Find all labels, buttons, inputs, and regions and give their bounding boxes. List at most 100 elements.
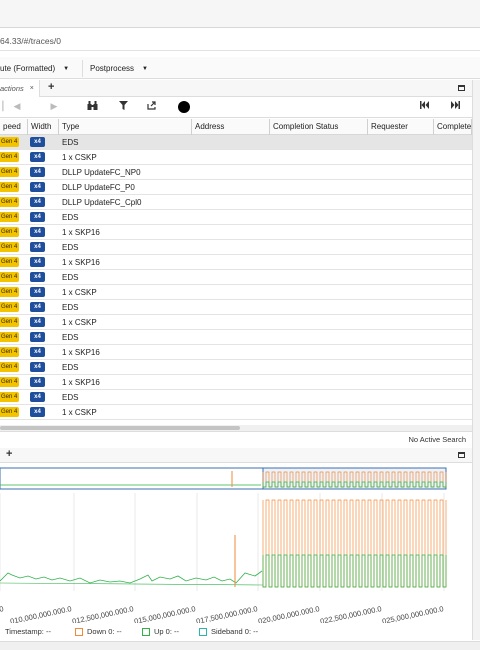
sideband-swatch-icon: [199, 627, 207, 636]
legend-up[interactable]: Up 0: --: [142, 627, 179, 636]
speed-badge: Gen 4: [0, 257, 19, 267]
table-row[interactable]: Gen 4 x4 EDS: [0, 270, 472, 285]
speed-badge: Gen 4: [0, 242, 19, 252]
table-row[interactable]: Gen 4 x4 EDS: [0, 210, 472, 225]
width-badge: x4: [30, 212, 45, 222]
table-row[interactable]: Gen 4 x4 1 x SKP16: [0, 255, 472, 270]
speed-badge: Gen 4: [0, 167, 19, 177]
maximize-icon[interactable]: [458, 452, 465, 458]
table-row[interactable]: Gen 4 x4 1 x CSKP: [0, 285, 472, 300]
table-row[interactable]: Gen 4 x4 EDS: [0, 390, 472, 405]
caret-down-icon: ▼: [142, 65, 148, 72]
export-icon[interactable]: [147, 101, 157, 115]
axis-tick-label: 020,000,000.000.0: [257, 604, 320, 623]
up-baseline: [0, 582, 264, 586]
width-badge: x4: [30, 227, 45, 237]
plot-legend: Timestamp: -- Down 0: -- Up 0: -- Sideba…: [0, 625, 480, 639]
prev-icon[interactable]: ◀: [13, 101, 21, 115]
transactions-iconbar: ▏ ◀ ▶: [0, 98, 472, 118]
speed-badge: Gen 4: [0, 392, 19, 402]
table-row[interactable]: Gen 4 x4 DLLP UpdateFC_Cpl0: [0, 195, 472, 210]
width-badge: x4: [30, 377, 45, 387]
type-cell: EDS: [62, 393, 79, 402]
right-side-panel: [472, 80, 480, 640]
add-plot-tab-icon[interactable]: +: [6, 448, 12, 460]
width-badge: x4: [30, 137, 45, 147]
speed-badge: Gen 4: [0, 272, 19, 282]
type-cell: 1 x SKP16: [62, 258, 100, 267]
binoculars-icon[interactable]: [86, 101, 98, 115]
width-badge: x4: [30, 392, 45, 402]
width-badge: x4: [30, 257, 45, 267]
table-row[interactable]: Gen 4 x4 EDS: [0, 300, 472, 315]
axis-tick-label: 010,000,000.000.0: [9, 604, 72, 623]
type-cell: 1 x CSKP: [62, 288, 97, 297]
view-select[interactable]: ute (Formatted) ▼: [0, 61, 69, 76]
width-badge: x4: [30, 182, 45, 192]
up-trace: [262, 554, 447, 588]
width-badge: x4: [30, 242, 45, 252]
axis-tick-label: 015,000,000.000.0: [133, 604, 196, 623]
maximize-icon[interactable]: [458, 85, 465, 91]
type-cell: EDS: [62, 138, 79, 147]
skip-last-icon[interactable]: [450, 101, 460, 115]
table-row[interactable]: Gen 4 x4 1 x CSKP: [0, 405, 472, 420]
type-cell: EDS: [62, 303, 79, 312]
type-cell: EDS: [62, 213, 79, 222]
table-row[interactable]: Gen 4 x4 EDS: [0, 135, 472, 150]
col-completion-status[interactable]: Completion Status: [270, 119, 368, 135]
table-row[interactable]: Gen 4 x4 1 x SKP16: [0, 345, 472, 360]
close-icon[interactable]: ×: [30, 85, 34, 92]
axis-tick-label: .000: [0, 604, 4, 616]
scroll-left-icon[interactable]: ▏: [2, 101, 10, 115]
overview-selection: [262, 467, 447, 490]
col-complete[interactable]: Complete: [434, 119, 472, 135]
transactions-tabbar: actions × +: [0, 80, 472, 97]
bottom-scrollbar[interactable]: [0, 641, 480, 650]
axis-tick-label: 017,500,000.000.0: [195, 604, 258, 623]
legend-sideband[interactable]: Sideband 0: --: [199, 627, 258, 636]
filter-icon[interactable]: [118, 101, 128, 115]
table-row[interactable]: Gen 4 x4 1 x SKP16: [0, 225, 472, 240]
col-speed[interactable]: peed: [0, 119, 28, 135]
speed-badge: Gen 4: [0, 407, 19, 417]
transactions-grid: peed Width Type Address Completion Statu…: [0, 119, 472, 425]
type-cell: 1 x CSKP: [62, 408, 97, 417]
col-width[interactable]: Width: [28, 119, 59, 135]
type-cell: 1 x SKP16: [62, 228, 100, 237]
col-requester[interactable]: Requester: [368, 119, 434, 135]
speed-badge: Gen 4: [0, 332, 19, 342]
speed-badge: Gen 4: [0, 362, 19, 372]
table-row[interactable]: Gen 4 x4 DLLP UpdateFC_NP0: [0, 165, 472, 180]
type-cell: 1 x CSKP: [62, 318, 97, 327]
col-address[interactable]: Address: [192, 119, 270, 135]
postprocess-select[interactable]: Postprocess ▼: [90, 61, 148, 76]
table-row[interactable]: Gen 4 x4 1 x CSKP: [0, 315, 472, 330]
signal-plot[interactable]: .000 010,000,000.000.0 012,500,000.000.0 01…: [0, 463, 480, 626]
tab-transactions[interactable]: actions ×: [0, 80, 40, 97]
signal-plot-svg[interactable]: .000 010,000,000.000.0012,500,000.000.001…: [0, 463, 480, 626]
skip-first-icon[interactable]: [419, 101, 429, 115]
record-icon[interactable]: [178, 101, 190, 113]
address-bar[interactable]: 64.33/#/traces/0: [0, 31, 480, 51]
table-row[interactable]: Gen 4 x4 EDS: [0, 360, 472, 375]
table-row[interactable]: Gen 4 x4 DLLP UpdateFC_P0: [0, 180, 472, 195]
type-cell: EDS: [62, 243, 79, 252]
type-cell: EDS: [62, 363, 79, 372]
table-row[interactable]: Gen 4 x4 EDS: [0, 240, 472, 255]
col-type[interactable]: Type: [59, 119, 192, 135]
table-row[interactable]: Gen 4 x4 EDS: [0, 330, 472, 345]
next-icon[interactable]: ▶: [50, 101, 58, 115]
width-badge: x4: [30, 317, 45, 327]
table-row[interactable]: Gen 4 x4 1 x CSKP: [0, 150, 472, 165]
grid-horizontal-scroll-thumb[interactable]: [0, 426, 240, 430]
url-text[interactable]: 64.33/#/traces/0: [0, 36, 61, 46]
legend-down[interactable]: Down 0: --: [75, 627, 122, 636]
width-badge: x4: [30, 152, 45, 162]
grid-header: peed Width Type Address Completion Statu…: [0, 119, 472, 135]
add-tab-icon[interactable]: +: [48, 81, 54, 93]
table-row[interactable]: Gen 4 x4 1 x SKP16: [0, 375, 472, 390]
width-badge: x4: [30, 302, 45, 312]
type-cell: EDS: [62, 333, 79, 342]
speed-badge: Gen 4: [0, 227, 19, 237]
